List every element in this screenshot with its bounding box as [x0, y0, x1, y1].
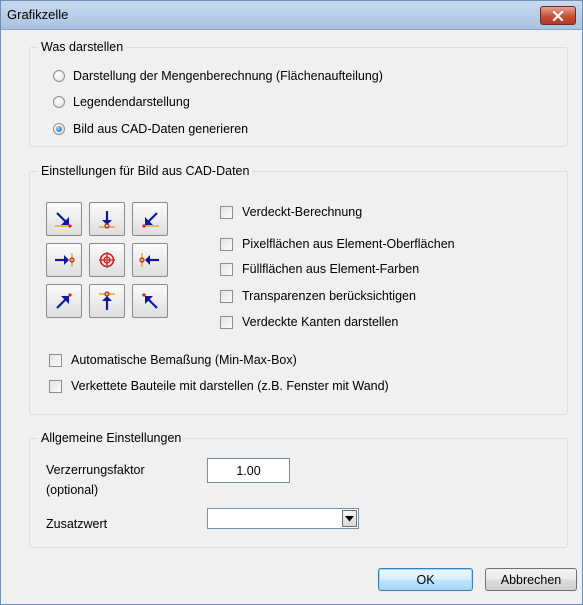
view-bottom-icon — [99, 291, 115, 310]
extra-value-label: Zusatzwert — [46, 517, 108, 531]
checkbox-box[interactable] — [49, 353, 62, 367]
radio-legend-display[interactable]: Legendendarstellung — [53, 95, 190, 109]
checkbox-transparency-label: Transparenzen berücksichtigen — [242, 289, 416, 303]
close-button[interactable] — [540, 6, 576, 25]
checkbox-hidden-edges-label: Verdeckte Kanten darstellen — [242, 315, 399, 329]
radio-indicator[interactable] — [53, 70, 65, 82]
view-top-button[interactable] — [89, 202, 125, 236]
view-direction-grid — [46, 202, 168, 319]
view-center-button[interactable] — [89, 243, 125, 277]
title-bar[interactable]: Grafikzelle — [1, 1, 582, 30]
checkbox-box[interactable] — [220, 289, 233, 303]
checkbox-box[interactable] — [220, 205, 233, 219]
view-left-icon — [55, 253, 75, 267]
view-bottom-left-icon — [56, 293, 72, 309]
view-top-left-icon — [55, 212, 72, 228]
radio-indicator[interactable] — [53, 96, 65, 108]
radio-quantity-calc[interactable]: Darstellung der Mengenberechnung (Fläche… — [53, 69, 383, 83]
radio-cad-image-label: Bild aus CAD-Daten generieren — [73, 122, 249, 136]
view-bottom-button[interactable] — [89, 284, 125, 318]
view-right-icon — [139, 253, 159, 267]
view-center-icon — [99, 252, 115, 268]
checkbox-hidden-calc-label: Verdeckt-Berechnung — [242, 205, 363, 219]
checkbox-box[interactable] — [220, 237, 233, 251]
checkbox-fill-surfaces[interactable]: Füllflächen aus Element-Farben — [220, 262, 419, 276]
distortion-label: Verzerrungsfaktor — [46, 463, 145, 477]
checkbox-box[interactable] — [220, 262, 233, 276]
checkbox-transparency[interactable]: Transparenzen berücksichtigen — [220, 289, 416, 303]
radio-indicator[interactable] — [53, 123, 65, 135]
view-top-right-icon — [142, 212, 159, 228]
checkbox-linked-parts[interactable]: Verkettete Bauteile mit darstellen (z.B.… — [49, 379, 389, 393]
checkbox-auto-dimension[interactable]: Automatische Bemaßung (Min-Max-Box) — [49, 353, 297, 367]
view-top-right-button[interactable] — [132, 202, 168, 236]
ok-button[interactable]: OK — [378, 568, 473, 591]
checkbox-box[interactable] — [220, 315, 233, 329]
chevron-down-icon — [345, 515, 354, 521]
distortion-factor-input[interactable]: 1.00 — [207, 458, 290, 483]
checkbox-box[interactable] — [49, 379, 62, 393]
dialog-window: Grafikzelle Was darstellen Darstellung d… — [0, 0, 583, 605]
group-general-legend: Allgemeine Einstellungen — [38, 430, 185, 446]
group-general: Allgemeine Einstellungen — [29, 430, 568, 548]
cancel-button[interactable]: Abbrechen — [485, 568, 577, 591]
view-top-left-button[interactable] — [46, 202, 82, 236]
close-icon — [552, 10, 564, 21]
checkbox-linked-parts-label: Verkettete Bauteile mit darstellen (z.B.… — [71, 379, 389, 393]
checkbox-pixel-surfaces[interactable]: Pixelflächen aus Element-Oberflächen — [220, 237, 455, 251]
checkbox-fill-surfaces-label: Füllflächen aus Element-Farben — [242, 262, 420, 276]
distortion-optional-label: (optional) — [46, 483, 99, 497]
checkbox-auto-dimension-label: Automatische Bemaßung (Min-Max-Box) — [71, 353, 297, 367]
checkbox-pixel-surfaces-label: Pixelflächen aus Element-Oberflächen — [242, 237, 455, 251]
group-cad-legend: Einstellungen für Bild aus CAD-Daten — [38, 163, 253, 179]
checkbox-hidden-calc[interactable]: Verdeckt-Berechnung — [220, 205, 362, 219]
view-bottom-left-button[interactable] — [46, 284, 82, 318]
window-title: Grafikzelle — [7, 7, 69, 22]
group-show-legend: Was darstellen — [38, 39, 127, 55]
view-top-icon — [99, 211, 115, 229]
radio-legend-display-label: Legendendarstellung — [73, 95, 190, 109]
view-right-button[interactable] — [132, 243, 168, 277]
radio-cad-image[interactable]: Bild aus CAD-Daten generieren — [53, 122, 248, 136]
view-bottom-right-button[interactable] — [132, 284, 168, 318]
extra-value-select[interactable] — [207, 508, 359, 529]
dropdown-button[interactable] — [342, 510, 357, 527]
checkbox-hidden-edges[interactable]: Verdeckte Kanten darstellen — [220, 315, 398, 329]
view-bottom-right-icon — [142, 293, 158, 309]
view-left-button[interactable] — [46, 243, 82, 277]
radio-quantity-calc-label: Darstellung der Mengenberechnung (Fläche… — [73, 69, 383, 83]
